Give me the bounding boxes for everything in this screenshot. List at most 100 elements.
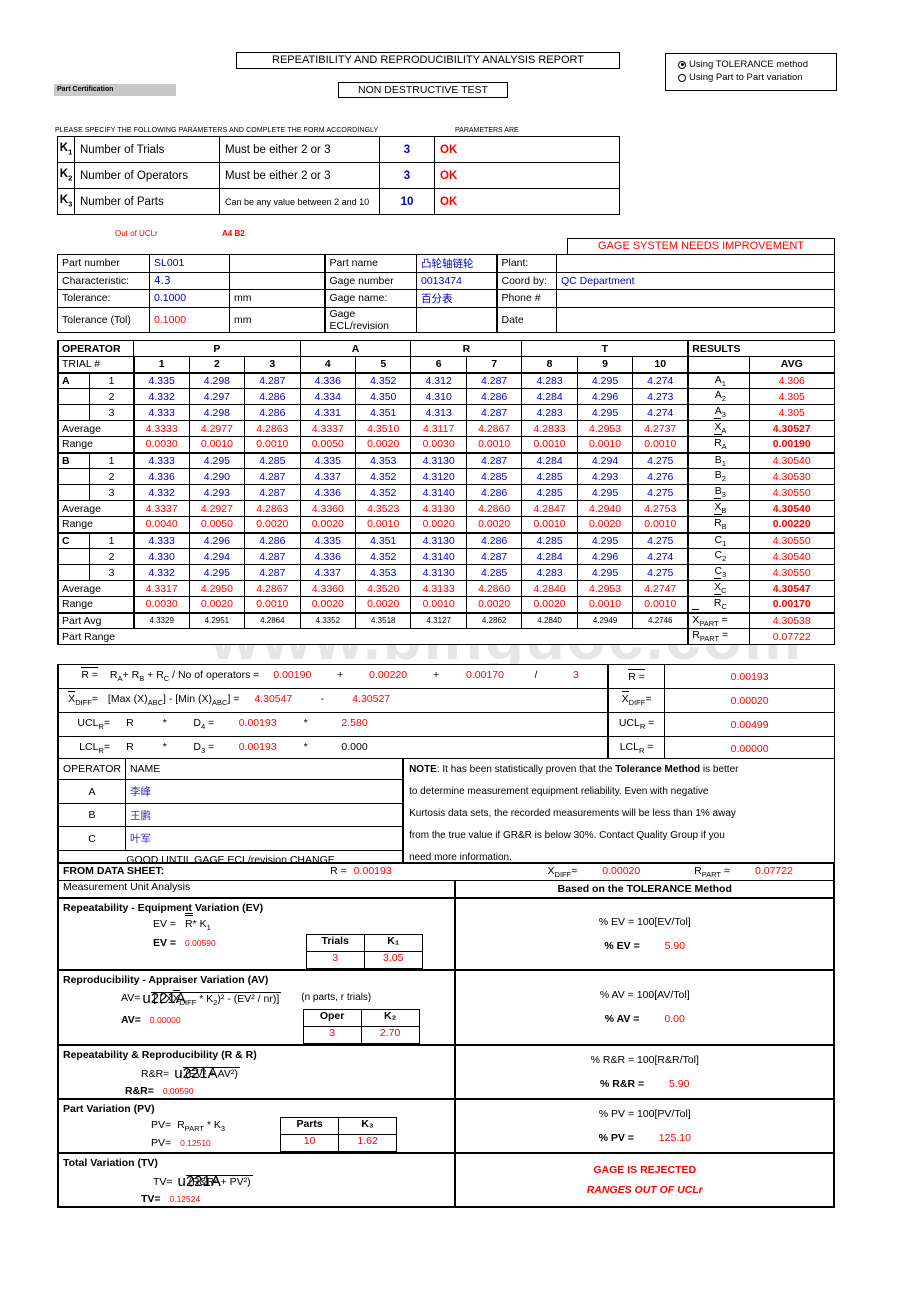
measurement-c-t3-p1[interactable]: 4.332: [132, 564, 190, 581]
measurement-c-t2-p4[interactable]: 4.336: [299, 548, 357, 565]
measurement-b-t3-p4[interactable]: 4.336: [299, 484, 357, 501]
measurement-c-t3-p6[interactable]: 4.3130: [410, 564, 467, 581]
measurement-a-t1-p6[interactable]: 4.312: [410, 372, 467, 389]
measurement-c-t3-p7[interactable]: 4.285: [465, 564, 523, 581]
operator-name-b[interactable]: 王鹏: [124, 802, 404, 828]
measurement-c-t3-p5[interactable]: 4.353: [355, 564, 412, 581]
measurement-a-t2-p9[interactable]: 4.296: [576, 388, 634, 405]
measurement-a-t1-p5[interactable]: 4.352: [355, 372, 412, 389]
characteristic-value[interactable]: 4.3: [149, 271, 230, 290]
part-number-value[interactable]: SL001: [149, 254, 230, 273]
measurement-a-t3-p2[interactable]: 4.298: [188, 404, 246, 421]
phone-value[interactable]: [556, 289, 835, 308]
measurement-a-t1-p1[interactable]: 4.335: [132, 372, 190, 389]
measurement-b-t3-p6[interactable]: 4.3140: [410, 484, 467, 501]
measurement-b-t1-p4[interactable]: 4.335: [299, 451, 357, 469]
measurement-a-t2-p1[interactable]: 4.332: [132, 388, 190, 405]
measurement-b-t3-p2[interactable]: 4.293: [188, 484, 246, 501]
measurement-b-t3-p8[interactable]: 4.285: [521, 484, 578, 501]
measurement-b-t2-p8[interactable]: 4.285: [521, 468, 578, 485]
measurement-b-t2-p7[interactable]: 4.285: [465, 468, 523, 485]
measurement-c-t2-p5[interactable]: 4.352: [355, 548, 412, 565]
measurement-a-t2-p10[interactable]: 4.273: [632, 388, 689, 405]
measurement-b-t3-p10[interactable]: 4.275: [632, 484, 689, 501]
measurement-c-t3-p10[interactable]: 4.275: [632, 564, 689, 581]
measurement-a-t2-p2[interactable]: 4.297: [188, 388, 246, 405]
measurement-b-t1-p1[interactable]: 4.333: [132, 451, 190, 469]
measurement-c-t2-p6[interactable]: 4.3140: [410, 548, 467, 565]
measurement-b-t3-p9[interactable]: 4.295: [576, 484, 634, 501]
measurement-a-t3-p8[interactable]: 4.283: [521, 404, 578, 421]
measurement-b-t3-p1[interactable]: 4.332: [132, 484, 190, 501]
measurement-c-t1-p7[interactable]: 4.286: [465, 531, 523, 549]
measurement-a-t1-p7[interactable]: 4.287: [465, 372, 523, 389]
measurement-a-t3-p9[interactable]: 4.295: [576, 404, 634, 421]
measurement-a-t1-p3[interactable]: 4.287: [244, 372, 301, 389]
measurement-a-t3-p5[interactable]: 4.351: [355, 404, 412, 421]
measurement-c-t1-p3[interactable]: 4.286: [244, 531, 301, 549]
measurement-b-t2-p4[interactable]: 4.337: [299, 468, 357, 485]
measurement-c-t2-p3[interactable]: 4.287: [244, 548, 301, 565]
coord-by-value[interactable]: QC Department: [556, 271, 835, 290]
measurement-c-t3-p8[interactable]: 4.283: [521, 564, 578, 581]
radio-unselected-icon[interactable]: [678, 73, 686, 82]
measurement-a-t3-p6[interactable]: 4.313: [410, 404, 467, 421]
measurement-b-t3-p5[interactable]: 4.352: [355, 484, 412, 501]
measurement-b-t2-p2[interactable]: 4.290: [188, 468, 246, 485]
operator-name-a[interactable]: 李峰: [124, 779, 404, 804]
measurement-c-t2-p8[interactable]: 4.284: [521, 548, 578, 565]
measurement-a-t2-p7[interactable]: 4.286: [465, 388, 523, 405]
method-option-tolerance[interactable]: Using TOLERANCE method: [678, 58, 836, 71]
gage-name-value[interactable]: 百分表: [416, 289, 497, 308]
gage-number-value[interactable]: 0013474: [416, 271, 497, 290]
measurement-b-t2-p10[interactable]: 4.276: [632, 468, 689, 485]
measurement-c-t1-p8[interactable]: 4.285: [521, 531, 578, 549]
measurement-b-t2-p9[interactable]: 4.293: [576, 468, 634, 485]
radio-selected-icon[interactable]: [678, 60, 686, 69]
measurement-b-t3-p3[interactable]: 4.287: [244, 484, 301, 501]
measurement-a-t2-p4[interactable]: 4.334: [299, 388, 357, 405]
param-value-trials[interactable]: 3: [379, 136, 435, 163]
measurement-b-t1-p6[interactable]: 4.3130: [410, 451, 467, 469]
measurement-a-t2-p3[interactable]: 4.286: [244, 388, 301, 405]
tolerance-tol-value[interactable]: 0.1000: [149, 306, 230, 333]
measurement-a-t3-p4[interactable]: 4.331: [299, 404, 357, 421]
measurement-c-t2-p9[interactable]: 4.296: [576, 548, 634, 565]
measurement-c-t1-p6[interactable]: 4.3130: [410, 531, 467, 549]
measurement-a-t3-p1[interactable]: 4.333: [132, 404, 190, 421]
measurement-a-t1-p10[interactable]: 4.274: [632, 372, 689, 389]
measurement-a-t2-p5[interactable]: 4.350: [355, 388, 412, 405]
measurement-c-t2-p1[interactable]: 4.330: [132, 548, 190, 565]
measurement-b-t2-p6[interactable]: 4.3120: [410, 468, 467, 485]
measurement-c-t1-p1[interactable]: 4.333: [132, 531, 190, 549]
measurement-b-t1-p2[interactable]: 4.295: [188, 451, 246, 469]
measurement-c-t3-p3[interactable]: 4.287: [244, 564, 301, 581]
measurement-b-t2-p1[interactable]: 4.336: [132, 468, 190, 485]
date-value[interactable]: [556, 306, 835, 333]
measurement-a-t3-p10[interactable]: 4.274: [632, 404, 689, 421]
measurement-a-t2-p6[interactable]: 4.310: [410, 388, 467, 405]
measurement-c-t3-p9[interactable]: 4.295: [576, 564, 634, 581]
plant-value[interactable]: [556, 254, 835, 273]
measurement-c-t1-p5[interactable]: 4.351: [355, 531, 412, 549]
measurement-c-t2-p2[interactable]: 4.294: [188, 548, 246, 565]
measurement-b-t1-p7[interactable]: 4.287: [465, 451, 523, 469]
measurement-a-t1-p9[interactable]: 4.295: [576, 372, 634, 389]
measurement-c-t3-p4[interactable]: 4.337: [299, 564, 357, 581]
measurement-a-t1-p2[interactable]: 4.298: [188, 372, 246, 389]
param-value-operators[interactable]: 3: [379, 162, 435, 189]
measurement-b-t2-p3[interactable]: 4.287: [244, 468, 301, 485]
tolerance-value[interactable]: 0.1000: [149, 289, 230, 308]
measurement-c-t1-p4[interactable]: 4.335: [299, 531, 357, 549]
measurement-b-t1-p5[interactable]: 4.353: [355, 451, 412, 469]
operator-name-c[interactable]: 叶军: [124, 826, 404, 851]
measurement-a-t3-p7[interactable]: 4.287: [465, 404, 523, 421]
measurement-a-t3-p3[interactable]: 4.286: [244, 404, 301, 421]
measurement-b-t1-p8[interactable]: 4.284: [521, 451, 578, 469]
measurement-a-t1-p4[interactable]: 4.336: [299, 372, 357, 389]
measurement-b-t1-p3[interactable]: 4.285: [244, 451, 301, 469]
measurement-b-t2-p5[interactable]: 4.352: [355, 468, 412, 485]
measurement-a-t2-p8[interactable]: 4.284: [521, 388, 578, 405]
measurement-b-t1-p10[interactable]: 4.275: [632, 451, 689, 469]
measurement-c-t2-p7[interactable]: 4.287: [465, 548, 523, 565]
